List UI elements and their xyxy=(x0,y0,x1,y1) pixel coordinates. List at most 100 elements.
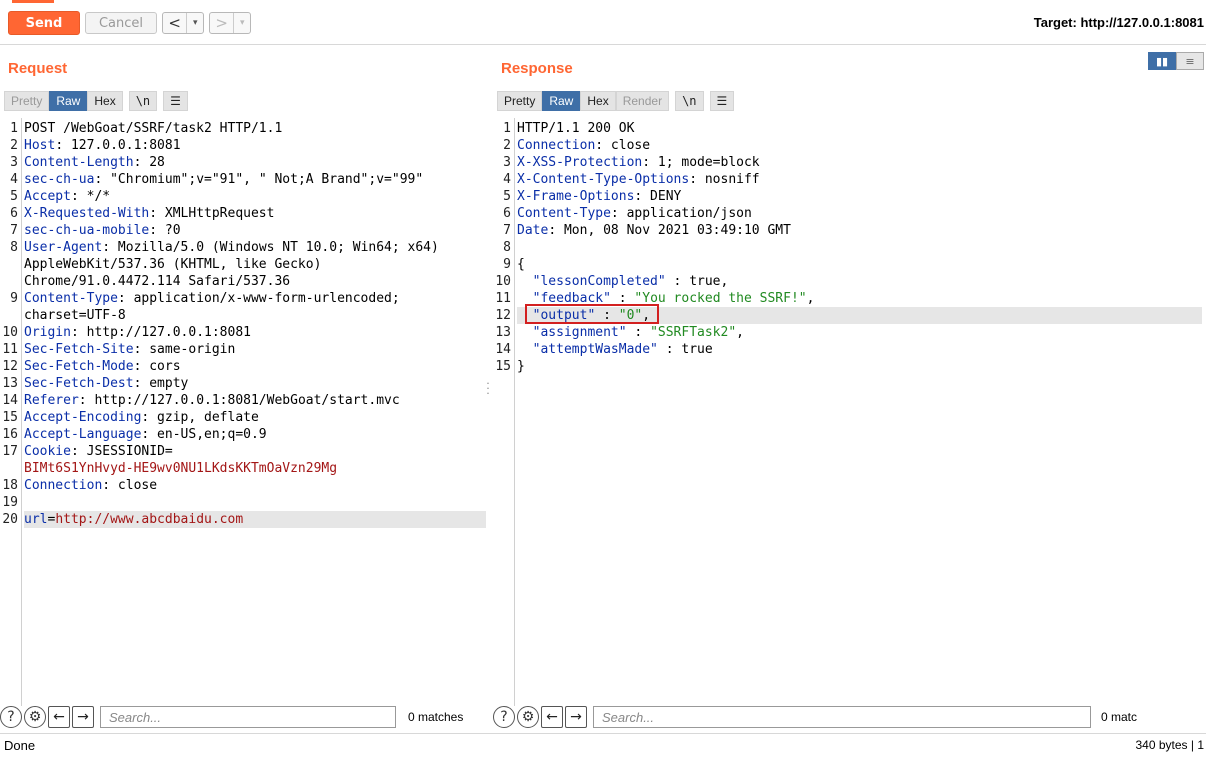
header-name: X-Content-Type-Options xyxy=(517,172,690,187)
code-line: X-Content-Type-Options: nosniff xyxy=(517,171,1202,188)
json-key: "assignment" xyxy=(532,325,627,340)
response-menu-button[interactable]: ☰ xyxy=(709,91,735,111)
header-value: same-origin xyxy=(141,342,236,357)
header-value: 127.0.0.1:8081 xyxy=(63,138,181,153)
line-number: 10 xyxy=(2,325,18,340)
back-button[interactable]: < ▾ xyxy=(162,12,204,34)
search-next-button[interactable]: → xyxy=(565,706,587,728)
response-tab-hex[interactable]: Hex xyxy=(580,91,616,111)
header-value: gzip, deflate xyxy=(149,410,259,425)
target-label[interactable]: Target: http://127.0.0.1:8081 xyxy=(1034,15,1204,30)
header-value: 1; mode=block xyxy=(650,155,760,170)
header-colon: : xyxy=(610,206,619,221)
code-line: Sec-Fetch-Mode: cors xyxy=(24,358,486,375)
search-next-button[interactable]: → xyxy=(72,706,94,728)
response-newline-toggle[interactable]: \n xyxy=(675,91,704,111)
request-search-input[interactable]: Search... xyxy=(100,706,396,728)
response-size: 340 bytes | 1 xyxy=(1135,738,1205,752)
code-line: "lessonCompleted" : true, xyxy=(517,273,1202,290)
json-key: "attemptWasMade" xyxy=(532,342,658,357)
response-tab-render[interactable]: Render xyxy=(615,91,670,111)
line-number: 7 xyxy=(10,223,18,238)
request-tab-pretty[interactable]: Pretty xyxy=(4,91,50,111)
code-line: X-Requested-With: XMLHttpRequest xyxy=(24,205,486,222)
request-view-tabs: Pretty Raw Hex \n ☰ xyxy=(4,91,188,111)
code-line: AppleWebKit/537.36 (KHTML, like Gecko) xyxy=(24,256,486,273)
forward-dropdown-icon[interactable]: ▾ xyxy=(233,13,250,33)
forward-button[interactable]: > ▾ xyxy=(209,12,251,34)
header-name: Sec-Fetch-Site xyxy=(24,342,134,357)
line-number: 1 xyxy=(10,121,18,136)
code-line: Origin: http://127.0.0.1:8081 xyxy=(24,324,486,341)
layout-toggle: ▮▮ ≡ xyxy=(1148,52,1204,70)
response-panel: Response ▮▮ ≡ Pretty Raw Hex Render \n ☰… xyxy=(493,46,1206,706)
code-line: Content-Type: application/json xyxy=(517,205,1202,222)
arrow-left-icon: ← xyxy=(546,709,558,725)
header-name: Accept-Language xyxy=(24,427,142,442)
line-number: 13 xyxy=(2,376,18,391)
cancel-button[interactable]: Cancel xyxy=(85,12,157,34)
header-name: Cookie xyxy=(24,444,71,459)
line-number: 8 xyxy=(503,240,511,255)
header-name: Host xyxy=(24,138,56,153)
header-name: Sec-Fetch-Dest xyxy=(24,376,134,391)
header-value: */* xyxy=(78,189,111,204)
code-line: X-Frame-Options: DENY xyxy=(517,188,1202,205)
search-prev-button[interactable]: ← xyxy=(48,706,70,728)
line-number: 12 xyxy=(495,308,511,323)
header-name: X-Frame-Options xyxy=(517,189,635,204)
header-name: Content-Length xyxy=(24,155,134,170)
gear-icon[interactable]: ⚙ xyxy=(24,706,46,728)
code-line: Host: 127.0.0.1:8081 xyxy=(24,137,486,154)
code-line: charset=UTF-8 xyxy=(24,307,486,324)
back-dropdown-icon[interactable]: ▾ xyxy=(186,13,203,33)
toolbar: Send Cancel < ▾ > ▾ Target: http://127.0… xyxy=(0,0,1206,45)
red-value: BIMt6S1YnHvyd-HE9wv0NU1LKdsKKTmOaVzn29Mg xyxy=(24,461,338,476)
line-number: 3 xyxy=(503,155,511,170)
header-name: Referer xyxy=(24,393,79,408)
json-value: true, xyxy=(689,274,729,289)
request-menu-button[interactable]: ☰ xyxy=(163,91,188,111)
code-line: Connection: close xyxy=(517,137,1202,154)
request-editor[interactable]: 1 POST /WebGoat/SSRF/task2 HTTP/1.1 2 Host:… xyxy=(0,118,490,706)
header-colon: : xyxy=(102,478,111,493)
splitter-grip-icon[interactable]: · · · xyxy=(486,378,490,399)
line-number: 6 xyxy=(10,206,18,221)
request-panel: Request Pretty Raw Hex \n ☰ 1 POST /WebGo… xyxy=(0,46,490,706)
line-number: 19 xyxy=(2,495,18,510)
response-tab-pretty[interactable]: Pretty xyxy=(497,91,543,111)
output-highlight-box xyxy=(525,304,659,324)
header-value: http://127.0.0.1:8081/WebGoat/start.mvc xyxy=(86,393,400,408)
code-line: HTTP/1.1 200 OK xyxy=(517,120,1202,137)
response-search-input[interactable]: Search... xyxy=(593,706,1091,728)
gear-icon[interactable]: ⚙ xyxy=(517,706,539,728)
status-text: Done xyxy=(4,738,36,753)
line-number: 9 xyxy=(503,257,511,272)
code-line: Sec-Fetch-Dest: empty xyxy=(24,375,486,392)
json-separator: : xyxy=(665,274,690,289)
help-icon[interactable]: ? xyxy=(0,706,22,728)
code-line: Content-Type: application/x-www-form-url… xyxy=(24,290,486,307)
help-icon[interactable]: ? xyxy=(493,706,515,728)
response-editor[interactable]: 1 HTTP/1.1 200 OK 2 Connection: close 3 X-XSS… xyxy=(493,118,1206,706)
request-newline-toggle[interactable]: \n xyxy=(128,91,158,111)
request-tab-raw[interactable]: Raw xyxy=(49,91,88,111)
response-match-count: 0 matc xyxy=(1101,710,1138,724)
code-line: Content-Length: 28 xyxy=(24,154,486,171)
hamburger-icon: ☰ xyxy=(716,94,728,108)
request-tab-hex[interactable]: Hex xyxy=(87,91,123,111)
forward-arrow-icon: > xyxy=(215,14,228,32)
split-layout-icon[interactable]: ▮▮ xyxy=(1148,52,1176,70)
code-line: Date: Mon, 08 Nov 2021 03:49:10 GMT xyxy=(517,222,1202,239)
arrow-left-icon: ← xyxy=(53,709,65,725)
header-name: Date xyxy=(517,223,549,238)
header-value: http://127.0.0.1:8081 xyxy=(78,325,251,340)
gutter-divider xyxy=(514,118,515,706)
stacked-layout-icon[interactable]: ≡ xyxy=(1176,52,1204,70)
send-button[interactable]: Send xyxy=(8,11,80,35)
json-comma: , xyxy=(806,291,815,306)
response-tab-raw[interactable]: Raw xyxy=(542,91,581,111)
search-prev-button[interactable]: ← xyxy=(541,706,563,728)
header-value: DENY xyxy=(642,189,682,204)
